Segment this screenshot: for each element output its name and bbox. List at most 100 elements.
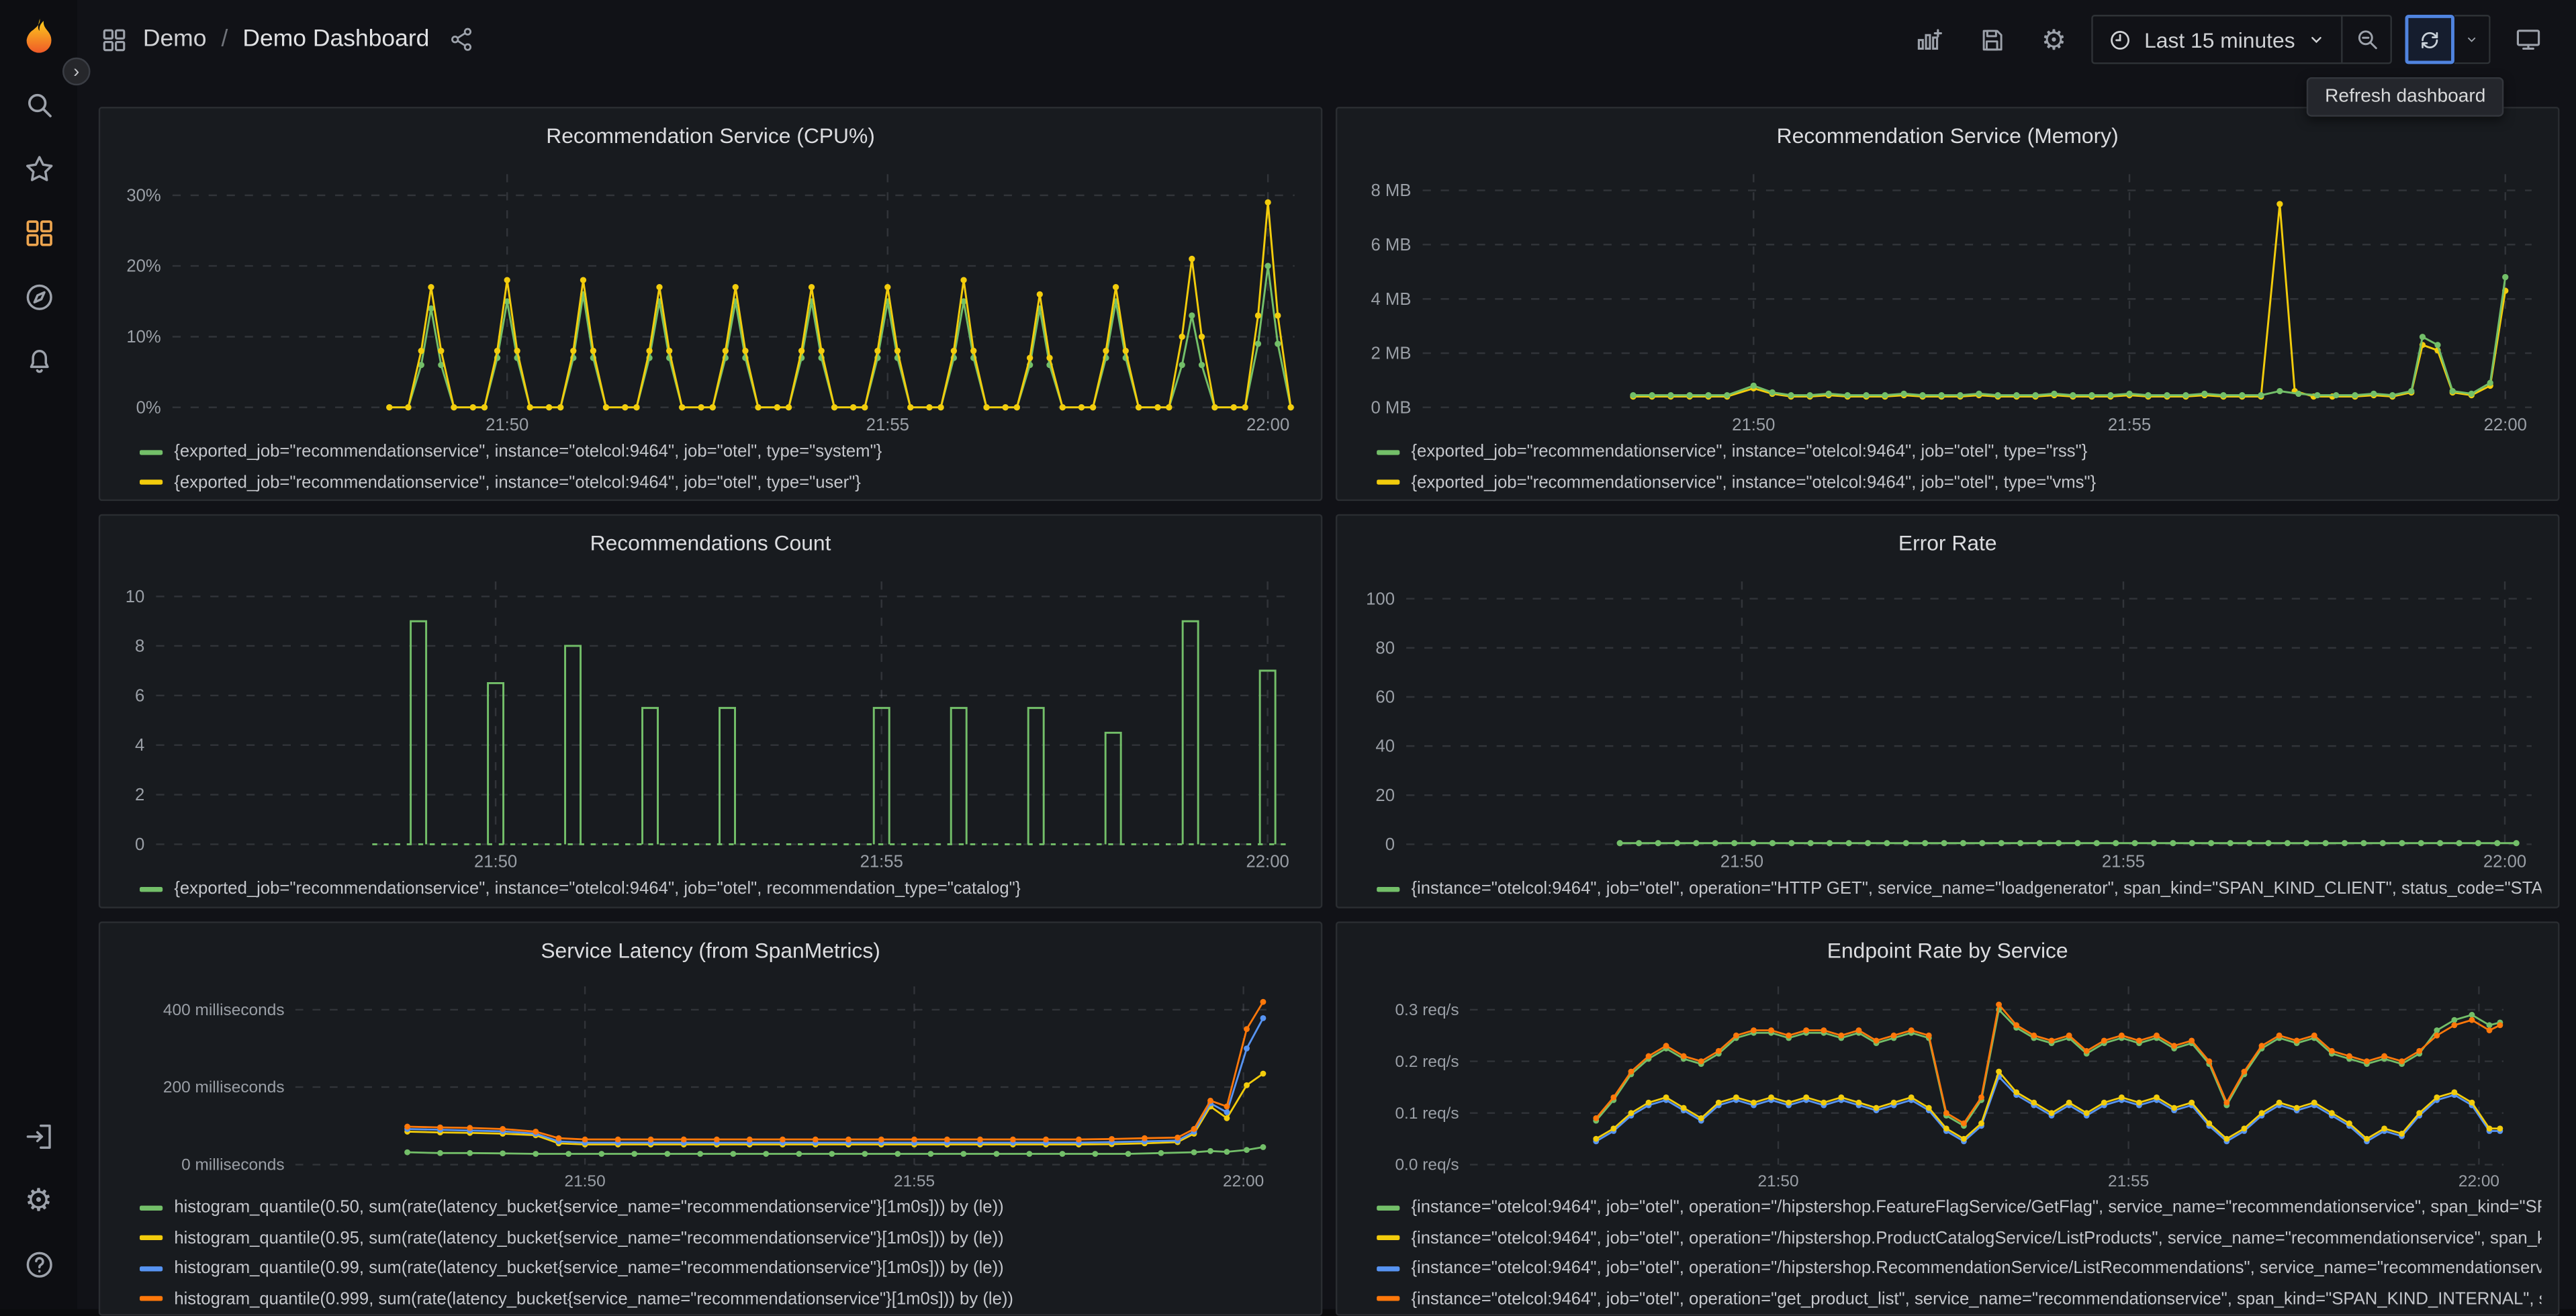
legend-item[interactable]: {instance="otelcol:9464", job="otel", op… xyxy=(1377,1284,2542,1314)
panel-error-rate: Error Rate 0 20 40 60 80 100 21:50 21:55 22:00 {… xyxy=(1335,514,2560,908)
add-panel-icon xyxy=(1918,29,1943,50)
sidebar-item-alerting[interactable] xyxy=(21,343,57,379)
legend-item[interactable]: {exported_job="recommendationservice", i… xyxy=(139,437,1304,467)
legend-item[interactable]: {instance="otelcol:9464", job="otel", op… xyxy=(1377,1223,2542,1253)
legend-item[interactable]: {instance="otelcol:9464", job="otel", op… xyxy=(1377,874,2542,904)
legend-item[interactable]: {instance="otelcol:9464", job="otel", op… xyxy=(1377,1254,2542,1284)
clock-icon xyxy=(2111,30,2130,49)
legend-series-label: {exported_job="recommendationservice", i… xyxy=(174,442,882,463)
save-dashboard-button[interactable] xyxy=(1967,15,2016,64)
legend-item[interactable]: {instance="otelcol:9464", job="otel", op… xyxy=(1377,1192,2542,1223)
legend-item[interactable]: {exported_job="recommendationservice", i… xyxy=(139,874,1304,904)
svg-text:21:55: 21:55 xyxy=(866,416,909,434)
chevron-down-icon xyxy=(2468,37,2476,42)
svg-text:0 MB: 0 MB xyxy=(1371,398,1412,417)
refresh-icon xyxy=(2422,31,2438,48)
svg-text:0.2 req/s: 0.2 req/s xyxy=(1395,1052,1459,1070)
breadcrumb-dashboard-title[interactable]: Demo Dashboard xyxy=(242,26,429,52)
panel-title[interactable]: Recommendation Service (Memory) xyxy=(1354,118,2542,158)
svg-text:80: 80 xyxy=(1375,639,1395,657)
gear-icon: ⚙ xyxy=(2041,23,2067,55)
legend-item[interactable]: histogram_quantile(0.99, sum(rate(latenc… xyxy=(139,1254,1304,1284)
refresh-interval-dropdown[interactable] xyxy=(2454,15,2491,64)
legend-item[interactable]: {exported_job="recommendationservice", i… xyxy=(1377,437,2541,467)
sign-in-icon xyxy=(26,1124,50,1149)
timeseries-plot[interactable]: 0 milliseconds 200 milliseconds 400 millis… xyxy=(117,970,1305,1192)
timeseries-plot[interactable]: 0.0 req/s 0.1 req/s 0.2 req/s 0.3 req/s 21:5… xyxy=(1354,970,2542,1192)
sidebar-item-signin[interactable] xyxy=(21,1119,57,1155)
svg-text:22:00: 22:00 xyxy=(2458,1172,2499,1190)
panel-title[interactable]: Recommendations Count xyxy=(117,526,1305,565)
legend-series-label: {exported_job="recommendationservice", i… xyxy=(174,879,1021,899)
bell-icon xyxy=(29,349,48,373)
panel-title[interactable]: Service Latency (from SpanMetrics) xyxy=(117,933,1305,971)
svg-text:22:00: 22:00 xyxy=(2484,416,2527,434)
svg-text:0 milliseconds: 0 milliseconds xyxy=(181,1156,284,1174)
grafana-logo[interactable] xyxy=(16,16,60,60)
refresh-dashboard-button[interactable] xyxy=(2405,15,2454,64)
legend-series-swatch xyxy=(1377,449,1400,455)
search-icon xyxy=(27,93,51,117)
zoom-out-icon xyxy=(2357,30,2377,50)
svg-text:200 milliseconds: 200 milliseconds xyxy=(163,1078,285,1096)
time-range-picker[interactable]: Last 15 minutes xyxy=(2093,16,2341,62)
legend-item[interactable]: histogram_quantile(0.999, sum(rate(laten… xyxy=(139,1284,1304,1314)
svg-text:0.3 req/s: 0.3 req/s xyxy=(1395,1001,1459,1019)
zoom-out-time-button[interactable] xyxy=(2341,16,2390,62)
legend-series-label: {instance="otelcol:9464", job="otel", op… xyxy=(1411,1228,2541,1248)
navbar-actions: ⚙ Last 15 minutes xyxy=(1904,15,2553,64)
legend-series-swatch xyxy=(1377,1205,1400,1211)
sidebar-item-explore[interactable] xyxy=(21,279,57,316)
svg-text:22:00: 22:00 xyxy=(2483,853,2526,872)
chevron-down-icon xyxy=(2311,37,2321,44)
legend-item[interactable]: {exported_job="recommendationservice", i… xyxy=(1377,467,2541,498)
svg-text:8 MB: 8 MB xyxy=(1371,181,1412,200)
sidebar-item-dashboards[interactable] xyxy=(21,215,57,251)
svg-text:0%: 0% xyxy=(136,398,161,417)
legend-item[interactable]: histogram_quantile(0.50, sum(rate(latenc… xyxy=(139,1192,1304,1223)
legend-series-swatch xyxy=(1377,479,1400,485)
panel-legend: {exported_job="recommendationservice", i… xyxy=(1354,437,2542,498)
timeseries-plot[interactable]: 0% 10% 20% 30% 21:50 21:55 22:00 xyxy=(117,158,1305,437)
svg-text:20: 20 xyxy=(1375,786,1395,805)
star-icon xyxy=(25,156,52,181)
panel-title[interactable]: Endpoint Rate by Service xyxy=(1354,933,2542,971)
svg-text:10%: 10% xyxy=(126,328,160,346)
sidebar-item-search[interactable] xyxy=(21,87,57,124)
legend-series-swatch xyxy=(139,886,163,892)
svg-text:60: 60 xyxy=(1375,688,1395,707)
svg-text:100: 100 xyxy=(1366,590,1395,608)
legend-item[interactable]: {exported_job="recommendationservice", i… xyxy=(139,467,1304,498)
svg-text:6: 6 xyxy=(135,686,144,705)
legend-series-swatch xyxy=(139,1296,163,1302)
panel-endpoint-rate: Endpoint Rate by Service 0.0 req/s 0.1 re… xyxy=(1335,921,2560,1316)
panel-title[interactable]: Error Rate xyxy=(1354,526,2542,565)
svg-text:21:55: 21:55 xyxy=(894,1172,935,1190)
svg-text:21:55: 21:55 xyxy=(2102,853,2145,872)
timeseries-plot[interactable]: 0 MB 2 MB 4 MB 6 MB 8 MB 21:50 21:55 22:00 xyxy=(1354,158,2542,437)
panel-title[interactable]: Recommendation Service (CPU%) xyxy=(117,118,1305,158)
svg-text:22:00: 22:00 xyxy=(1246,416,1289,434)
sidebar-item-help[interactable] xyxy=(21,1247,57,1283)
legend-series-label: histogram_quantile(0.99, sum(rate(latenc… xyxy=(174,1258,1004,1278)
svg-text:6 MB: 6 MB xyxy=(1371,236,1412,254)
add-panel-button[interactable] xyxy=(1904,15,1953,64)
cycle-view-mode-button[interactable] xyxy=(2503,15,2552,64)
share-dashboard-button[interactable] xyxy=(444,21,480,58)
timeseries-plot[interactable]: 0 2 4 6 8 10 21:50 21:55 22:00 xyxy=(117,565,1305,874)
legend-series-swatch xyxy=(139,1235,163,1241)
legend-series-label: histogram_quantile(0.95, sum(rate(latenc… xyxy=(174,1228,1004,1248)
dashboard-settings-button[interactable]: ⚙ xyxy=(2029,15,2078,64)
svg-text:4: 4 xyxy=(135,736,144,755)
sidebar-item-configuration[interactable]: ⚙ xyxy=(21,1182,57,1219)
top-navbar: Demo / Demo Dashboard ⚙ Last 15 minutes xyxy=(77,0,2576,79)
breadcrumb-section[interactable]: Demo xyxy=(143,26,207,52)
legend-item[interactable]: histogram_quantile(0.95, sum(rate(latenc… xyxy=(139,1223,1304,1253)
svg-text:0.1 req/s: 0.1 req/s xyxy=(1395,1104,1459,1122)
timeseries-plot[interactable]: 0 20 40 60 80 100 21:50 21:55 22:00 xyxy=(1354,565,2542,874)
sidebar-item-starred[interactable] xyxy=(21,151,57,187)
svg-text:0.0 req/s: 0.0 req/s xyxy=(1395,1156,1459,1174)
svg-text:21:50: 21:50 xyxy=(1757,1172,1798,1190)
panel-legend: histogram_quantile(0.50, sum(rate(latenc… xyxy=(117,1192,1305,1314)
expand-sidebar-button[interactable]: › xyxy=(62,57,91,86)
